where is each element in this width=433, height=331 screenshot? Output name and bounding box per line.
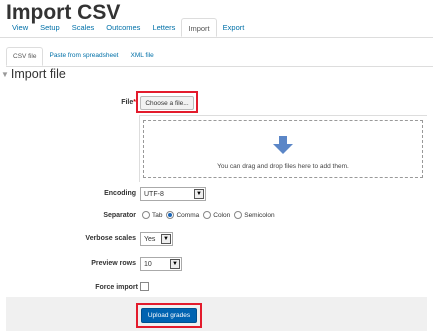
force-import-checkbox[interactable] (140, 282, 149, 291)
highlight-box-upload (136, 303, 202, 328)
dropdown-arrow-icon: ▼ (194, 189, 204, 199)
subtab-csv-file[interactable]: CSV file (6, 47, 44, 66)
radio-semicolon-label: Semicolon (244, 211, 275, 219)
section-header[interactable]: ▼ Import file (1, 67, 66, 81)
form-footer (6, 297, 427, 331)
separator-label: Separator (103, 212, 136, 219)
radio-colon[interactable] (203, 211, 212, 219)
dropzone-hint: You can drag and drop files here to add … (217, 163, 349, 170)
encoding-select[interactable]: UTF-8 ▼ (140, 187, 206, 201)
subtab-divider (6, 66, 433, 67)
separator-radio-group: Tab Comma Colon Semicolon (140, 211, 277, 219)
tab-letters[interactable]: Letters (146, 18, 181, 38)
radio-colon-label: Colon (213, 211, 231, 219)
dropdown-arrow-icon: ▼ (161, 234, 171, 244)
file-dropzone[interactable]: You can drag and drop files here to add … (143, 120, 423, 178)
tab-view[interactable]: View (6, 18, 34, 38)
verbose-scales-value: Yes (144, 235, 156, 243)
verbose-scales-label: Verbose scales (85, 235, 136, 242)
encoding-value: UTF-8 (144, 190, 164, 198)
section-title: Import file (10, 67, 66, 81)
preview-rows-select[interactable]: 10 ▼ (140, 257, 182, 271)
file-label: File* (121, 99, 136, 106)
verbose-scales-select[interactable]: Yes ▼ (140, 232, 173, 246)
dropdown-arrow-icon: ▼ (170, 259, 180, 269)
tab-export[interactable]: Export (217, 18, 251, 38)
tab-divider (0, 37, 433, 38)
download-arrow-icon (273, 136, 293, 154)
collapse-triangle-icon[interactable]: ▼ (1, 70, 9, 79)
radio-semicolon[interactable] (234, 211, 243, 219)
preview-rows-value: 10 (144, 260, 152, 268)
tab-import[interactable]: Import (181, 18, 217, 37)
encoding-label: Encoding (104, 190, 136, 197)
radio-tab[interactable] (142, 211, 150, 219)
subtab-paste-from-spreadsheet[interactable]: Paste from spreadsheet (43, 47, 124, 67)
tab-scales[interactable]: Scales (66, 18, 101, 38)
subtab-xml-file[interactable]: XML file (125, 47, 160, 67)
highlight-box-file (136, 91, 198, 113)
sub-tabs: CSV file Paste from spreadsheet XML file (6, 47, 160, 67)
preview-rows-label: Preview rows (91, 260, 136, 267)
radio-comma[interactable] (166, 211, 175, 219)
tab-setup[interactable]: Setup (34, 18, 66, 38)
main-tabs: View Setup Scales Outcomes Letters Impor… (6, 18, 250, 38)
radio-comma-label: Comma (176, 211, 200, 219)
radio-tab-label: Tab (152, 211, 163, 219)
tab-outcomes[interactable]: Outcomes (100, 18, 146, 38)
